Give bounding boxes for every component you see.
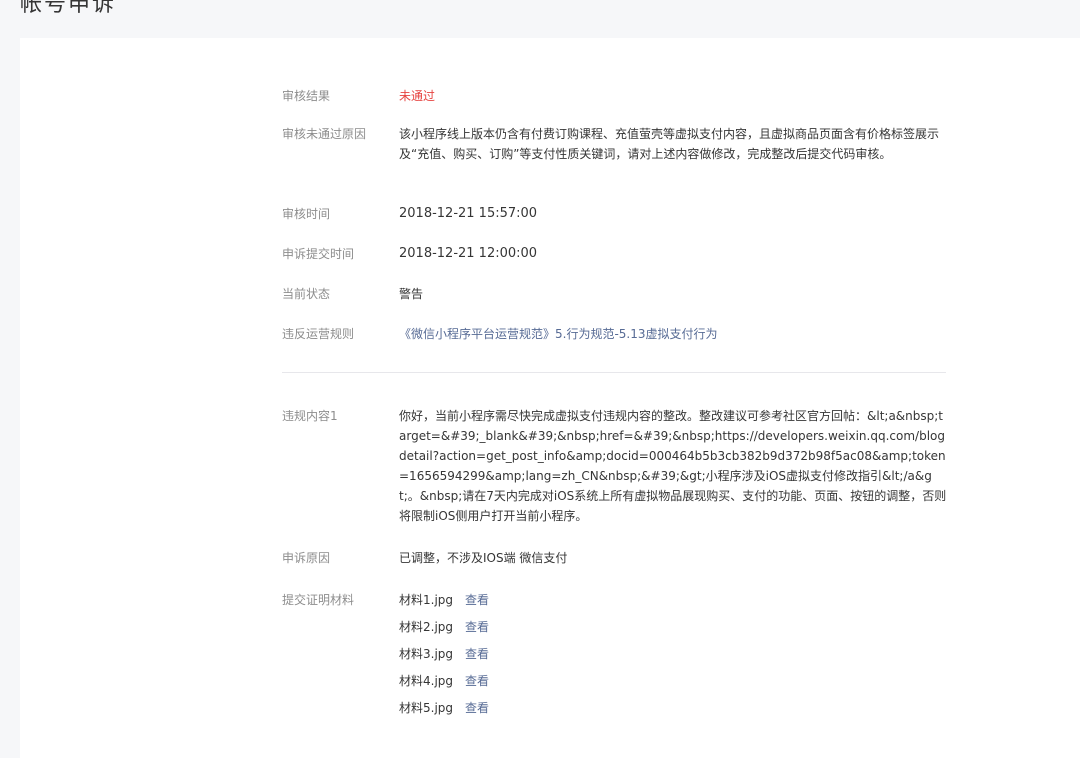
review-reason-label: 审核未通过原因 [282, 127, 367, 141]
material-view-link[interactable]: 查看 [465, 701, 489, 715]
appeal-reason-value: 已调整，不涉及IOS端 微信支付 [399, 551, 568, 565]
material-item: 材料1.jpg 查看 [399, 590, 949, 610]
violated-rule-label: 违反运营规则 [282, 327, 355, 341]
review-reason-value: 该小程序线上版本仍含有付费订购课程、充值萤壳等虚拟支付内容，且虚拟商品页面含有价… [399, 127, 940, 161]
material-item: 材料4.jpg 查看 [399, 671, 949, 691]
violated-rule-link[interactable]: 《微信小程序平台运营规范》5.行为规范-5.13虚拟支付行为 [399, 327, 718, 341]
appeal-reason-label: 申诉原因 [282, 551, 331, 565]
current-status-label: 当前状态 [282, 287, 331, 301]
violation-content-label: 违规内容1 [282, 409, 338, 423]
materials-label: 提交证明材料 [282, 593, 355, 607]
material-file-name: 材料3.jpg [399, 647, 454, 661]
material-item: 材料2.jpg 查看 [399, 617, 949, 637]
material-item: 材料5.jpg 查看 [399, 698, 949, 718]
material-file-name: 材料5.jpg [399, 701, 454, 715]
material-file-name: 材料1.jpg [399, 593, 454, 607]
violation-content-value: 你好，当前小程序需尽快完成虚拟支付违规内容的整改。整改建议可参考社区官方回帖：&… [399, 409, 947, 523]
section-divider [282, 372, 946, 373]
review-time-label: 审核时间 [282, 207, 331, 221]
review-result-label: 审核结果 [282, 89, 331, 103]
material-file-name: 材料2.jpg [399, 620, 454, 634]
review-time-value: 2018-12-21 15:57:00 [399, 206, 538, 221]
current-status-value: 警告 [399, 287, 424, 301]
material-view-link[interactable]: 查看 [465, 593, 489, 607]
appeal-time-label: 申诉提交时间 [282, 247, 355, 261]
material-view-link[interactable]: 查看 [465, 674, 489, 688]
appeal-detail-card: 审核结果 未通过 审核未通过原因 该小程序线上版本仍含有付费订购课程、充值萤壳等… [20, 38, 1080, 758]
material-item: 材料3.jpg 查看 [399, 644, 949, 664]
material-view-link[interactable]: 查看 [465, 620, 489, 634]
material-view-link[interactable]: 查看 [465, 647, 489, 661]
review-result-value: 未通过 [399, 89, 436, 103]
appeal-time-value: 2018-12-21 12:00:00 [399, 246, 538, 261]
material-file-name: 材料4.jpg [399, 674, 454, 688]
page-title: 帐号申诉 [20, 0, 117, 17]
materials-list: 材料1.jpg 查看 材料2.jpg 查看 材料3.jpg 查看 材料4.jpg 查看 … [399, 590, 949, 725]
